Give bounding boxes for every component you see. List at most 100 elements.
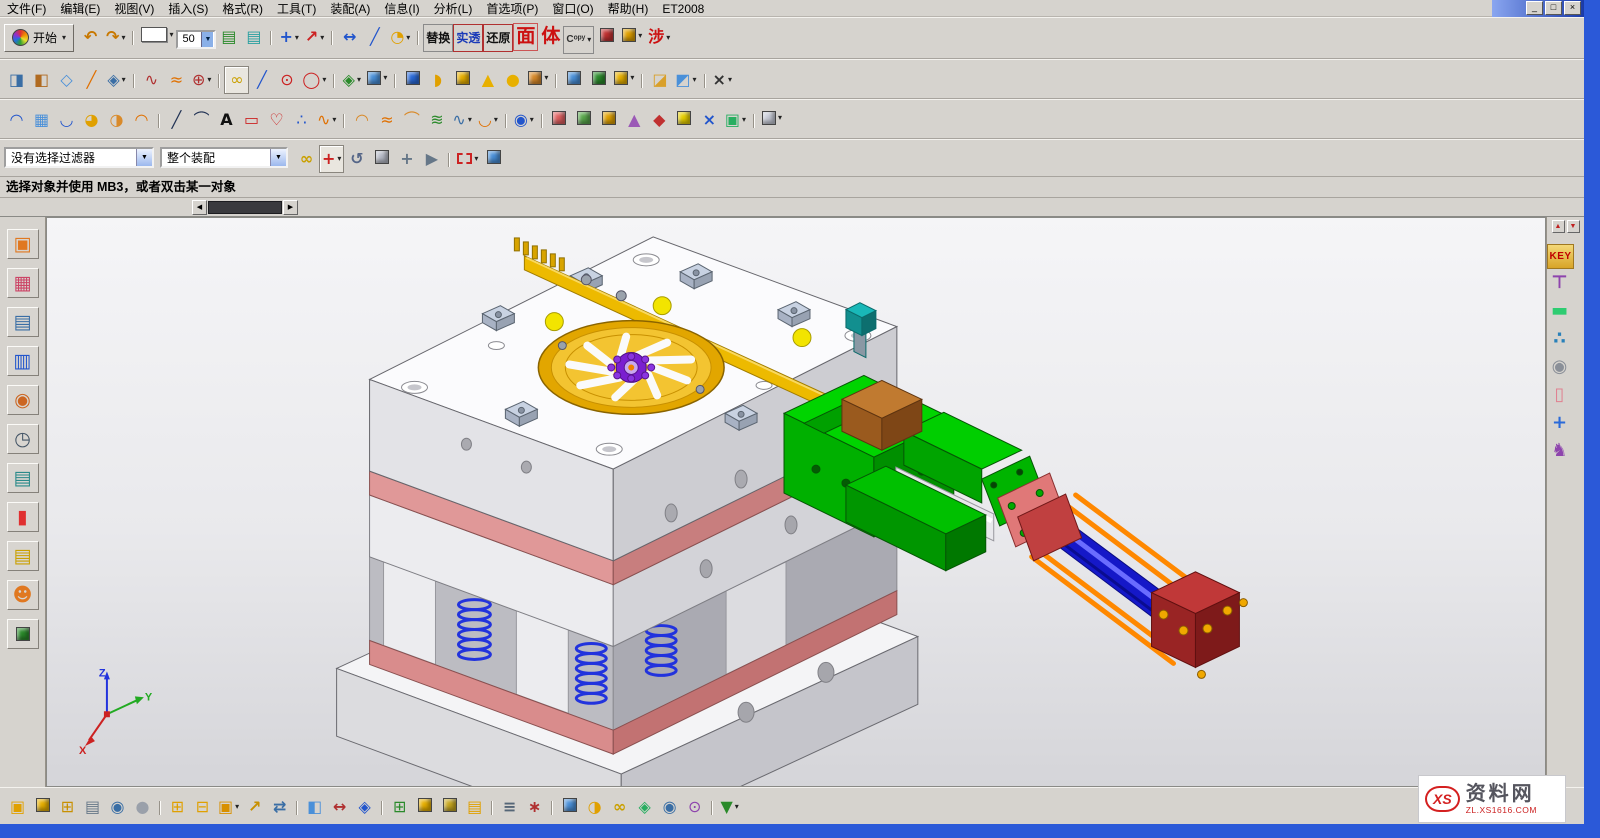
assembly-navigator-icon[interactable]: ▣ (7, 229, 39, 259)
view-cube-icon[interactable] (481, 143, 506, 171)
color-swatch[interactable]: ▾ (138, 21, 176, 49)
bridge-curve-icon[interactable]: ∿▾ (449, 106, 474, 134)
scroll-left-button[interactable]: ◀ (192, 200, 207, 215)
snap-link-icon[interactable]: ∞ (294, 145, 319, 173)
cone-icon[interactable]: ▲ (475, 66, 500, 94)
interference-button[interactable]: 涉▾ (645, 24, 673, 52)
history-icon[interactable]: ◷ (7, 424, 39, 454)
start-button[interactable]: 开始 ▾ (4, 24, 74, 52)
project-curve-icon[interactable]: ◡▾ (475, 106, 501, 134)
restore-button[interactable]: □ (1545, 1, 1562, 15)
resize-face-icon[interactable]: × (697, 106, 722, 134)
pattern-grid-icon[interactable]: ⊞ (55, 793, 80, 821)
roles-icon[interactable]: ☻ (7, 580, 39, 610)
dropdown-arrow-icon[interactable]: ▾ (169, 30, 173, 39)
interference-check-icon[interactable] (557, 791, 582, 819)
emboss-icon[interactable]: ◉▾ (511, 106, 537, 134)
dropdown-arrow-icon[interactable]: ▼ (136, 149, 152, 166)
restore-display-button[interactable]: 还原 (483, 24, 513, 52)
layer-visible-icon[interactable]: ▤ (216, 23, 241, 51)
close-button[interactable]: × (1564, 1, 1581, 15)
dropdown-arrow-icon[interactable]: ▾ (630, 73, 634, 82)
block-icon[interactable]: ▾ (364, 64, 390, 92)
trim-body-icon[interactable]: ◪ (647, 66, 672, 94)
pad-icon[interactable] (586, 64, 611, 92)
dropdown-arrow-icon[interactable]: ▾ (357, 75, 361, 84)
swept-surface-icon[interactable]: ◡ (54, 106, 79, 134)
rect-select-icon[interactable]: ▾ (454, 144, 481, 172)
rotary-cam-disc-part[interactable] (538, 321, 724, 415)
dropdown-arrow-icon[interactable]: ▾ (295, 33, 299, 42)
clearance-analysis-icon[interactable]: ◑ (582, 793, 607, 821)
dropdown-arrow-icon[interactable]: ▾ (468, 115, 472, 124)
pan-icon[interactable]: + (394, 145, 419, 173)
find-component-icon[interactable]: ▣ (5, 793, 30, 821)
part-navigator-icon[interactable]: ▤ (7, 307, 39, 337)
menu-item[interactable]: 编辑(E) (53, 2, 107, 16)
new-component-icon[interactable]: ⊟ (190, 793, 215, 821)
assembly-constraints-icon[interactable]: ◈ (352, 793, 377, 821)
dropdown-arrow-icon[interactable]: ▾ (406, 33, 410, 42)
patch-body-icon[interactable] (672, 104, 697, 132)
swirl-surface-icon[interactable]: ◠ (129, 106, 154, 134)
replace-component-icon[interactable]: ⇄ (267, 793, 292, 821)
orbit-icon[interactable]: ↺ (344, 145, 369, 173)
dropdown-arrow-icon[interactable]: ▾ (742, 115, 746, 124)
hd3d-tool-icon[interactable]: ◉ (7, 385, 39, 415)
component-stack-icon[interactable]: ▤ (80, 793, 105, 821)
line2-icon[interactable]: ╱ (164, 106, 189, 134)
details-panel-icon[interactable]: ▤ (7, 463, 39, 493)
trim-curve-icon[interactable]: ◠ (349, 106, 374, 134)
unite-icon[interactable]: ◈▾ (339, 66, 364, 94)
tube-tool-icon[interactable]: ▯ (1547, 381, 1572, 409)
hole-icon[interactable] (561, 64, 586, 92)
show-dof-icon[interactable]: ⊙ (682, 793, 707, 821)
circle-icon[interactable]: ◯▾ (299, 66, 329, 94)
dropdown-arrow-icon[interactable]: ▾ (666, 34, 670, 42)
arc-icon[interactable]: ⊙ (274, 66, 299, 94)
create-instance-icon[interactable]: ▣▾ (215, 793, 242, 821)
align-components-icon[interactable]: ↔ (327, 793, 352, 821)
dropdown-arrow-icon[interactable]: ▾ (735, 802, 739, 811)
dropdown-arrow-icon[interactable]: ▾ (122, 75, 126, 84)
sketch-icon[interactable]: ◨ (4, 66, 29, 94)
mold-assembly-model[interactable]: Z Y X (47, 218, 1545, 786)
vector-icon[interactable]: ↗▾ (302, 23, 327, 51)
measure-length-icon[interactable]: ╱ (362, 23, 387, 51)
studio-spline-icon[interactable]: ♡ (264, 106, 289, 134)
capsule-tool-icon[interactable]: ▬ (1547, 297, 1572, 325)
move-face-icon[interactable] (547, 104, 572, 132)
suppress-component-icon[interactable] (412, 791, 437, 819)
menu-item[interactable]: 工具(T) (270, 2, 323, 16)
bounded-plane-icon[interactable]: ◕ (79, 106, 104, 134)
menu-item[interactable]: 信息(I) (377, 2, 426, 16)
measure-angle-icon[interactable]: ◔▾ (387, 23, 413, 51)
mesh-surface-icon[interactable]: ▦ (29, 106, 54, 134)
relations-icon[interactable]: ◉ (657, 793, 682, 821)
extrude-icon[interactable] (400, 64, 425, 92)
csys-icon[interactable]: +▾ (276, 23, 301, 51)
revolve-icon[interactable]: ◗ (425, 66, 450, 94)
menu-item[interactable]: 装配(A) (323, 2, 377, 16)
spline-icon[interactable]: ∿▾ (314, 106, 339, 134)
body-button[interactable]: 体 (538, 23, 563, 51)
redo-icon[interactable]: ↷▾ (103, 23, 128, 51)
wave-link-icon[interactable]: ∞ (607, 793, 632, 821)
color-spectrum-icon[interactable]: ▮ (7, 502, 39, 532)
copy-face-icon[interactable]: ▣▾ (722, 106, 749, 134)
open-component-icon[interactable] (30, 791, 55, 819)
dropdown-arrow-icon[interactable]: ▾ (587, 36, 591, 44)
minimize-button[interactable]: _ (1526, 1, 1543, 15)
dropdown-arrow-icon[interactable]: ▾ (207, 75, 211, 84)
spinner-arrow-icon[interactable]: ▼ (201, 32, 213, 47)
scroll-down-button[interactable]: ▼ (1567, 220, 1580, 233)
text-icon[interactable]: A (214, 106, 239, 134)
curve-icon[interactable]: ∿ (139, 66, 164, 94)
layer-spinner[interactable]: 50▼ (176, 30, 216, 49)
delete-face-icon[interactable]: ◆ (647, 106, 672, 134)
spheres-tool-icon[interactable]: ∴ (1547, 325, 1572, 353)
split-body-icon[interactable]: ◩▾ (672, 66, 699, 94)
dropdown-arrow-icon[interactable]: ▾ (337, 154, 341, 163)
dropdown-arrow-icon[interactable]: ▾ (121, 33, 125, 42)
snap-point-icon[interactable]: +▾ (319, 145, 344, 173)
